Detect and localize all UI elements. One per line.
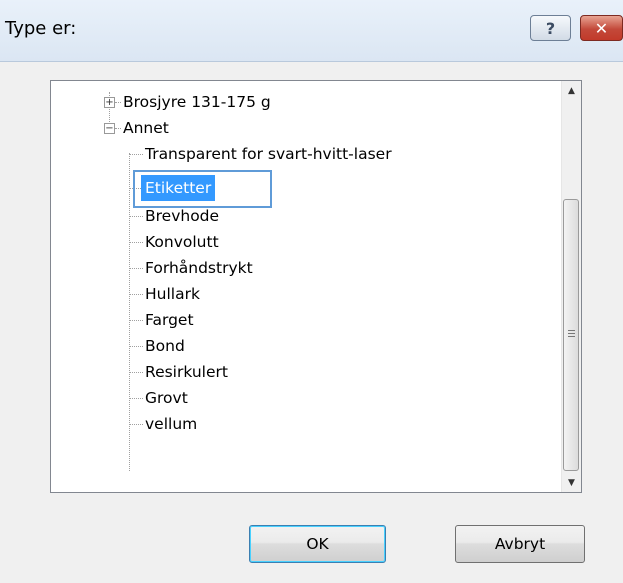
tree-connector [129,268,143,269]
tree-item-label: Grovt [145,389,188,407]
collapse-icon[interactable]: − [104,123,115,134]
tree-connector [115,102,121,103]
close-button[interactable]: ✕ [580,15,623,41]
tree-item-label: Forhåndstrykt [145,259,253,277]
scroll-down-button[interactable]: ▼ [562,473,581,492]
tree-item-hullark[interactable]: Hullark [51,281,561,307]
tree-item-label: Konvolutt [145,233,219,251]
tree-connector [129,294,143,295]
tree-connector [129,242,143,243]
tree-item-label: Hullark [145,285,200,303]
scrollbar-thumb[interactable] [563,199,579,471]
tree-connector [115,128,121,129]
help-button[interactable]: ? [530,15,571,41]
tree-item-label: Brosjyre 131-175 g [123,93,271,111]
tree-item-resirkulert[interactable]: Resirkulert [51,359,561,385]
tree-item-label: Resirkulert [145,363,228,381]
arrow-down-icon: ▼ [568,477,575,488]
tree-item-forhandstrykt[interactable]: Forhåndstrykt [51,255,561,281]
vertical-scrollbar[interactable]: ▲ ▼ [561,81,581,492]
tree-item-etiketter[interactable]: Etiketter [51,175,561,201]
tree-connector [129,320,143,321]
tree-item-label: Transparent for svart-hvitt-laser [145,145,392,163]
scroll-up-button[interactable]: ▲ [562,81,581,100]
paper-type-tree[interactable]: + Brosjyre 131-175 g − Annet Transparent… [50,80,582,493]
tree-item-label: Brevhode [145,209,220,225]
tree-connector [129,372,143,373]
tree-item-label: vellum [145,415,198,433]
tree-connector [129,424,143,425]
tree-item-vellum[interactable]: vellum [51,411,561,437]
tree-item-label: Bond [145,337,185,355]
tree-item-bond[interactable]: Bond [51,333,561,359]
selection-focus-rect [133,170,272,208]
cancel-button[interactable]: Avbryt [455,525,585,563]
help-icon: ? [545,18,556,38]
tree-item-brevhode[interactable]: Brevhode [51,209,561,229]
grip-line [568,336,575,337]
arrow-up-icon: ▲ [568,85,575,96]
title-bar: Type er: ? ✕ [0,0,623,62]
tree-connector [129,398,143,399]
tree-connector [129,154,143,155]
tree-item-farget[interactable]: Farget [51,307,561,333]
grip-line [568,330,575,331]
tree-item-grovt[interactable]: Grovt [51,385,561,411]
close-icon: ✕ [594,18,609,38]
tree-item-annet[interactable]: − Annet [51,115,561,141]
tree-connector [129,216,143,217]
media-type-dialog: Type er: ? ✕ + Brosjyre 131-175 g − Anne… [0,0,623,583]
tree-connector [129,346,143,347]
tree-item-label: Annet [123,119,169,137]
tree-item-konvolutt[interactable]: Konvolutt [51,229,561,255]
tree-view: + Brosjyre 131-175 g − Annet Transparent… [51,81,563,492]
tree-item-label: Farget [145,311,194,329]
ok-button[interactable]: OK [249,525,386,563]
dialog-title: Type er: [5,18,77,39]
grip-line [568,333,575,334]
tree-item-brosjyre[interactable]: + Brosjyre 131-175 g [51,89,561,115]
tree-item-transparent[interactable]: Transparent for svart-hvitt-laser [51,141,561,167]
expand-icon[interactable]: + [104,97,115,108]
